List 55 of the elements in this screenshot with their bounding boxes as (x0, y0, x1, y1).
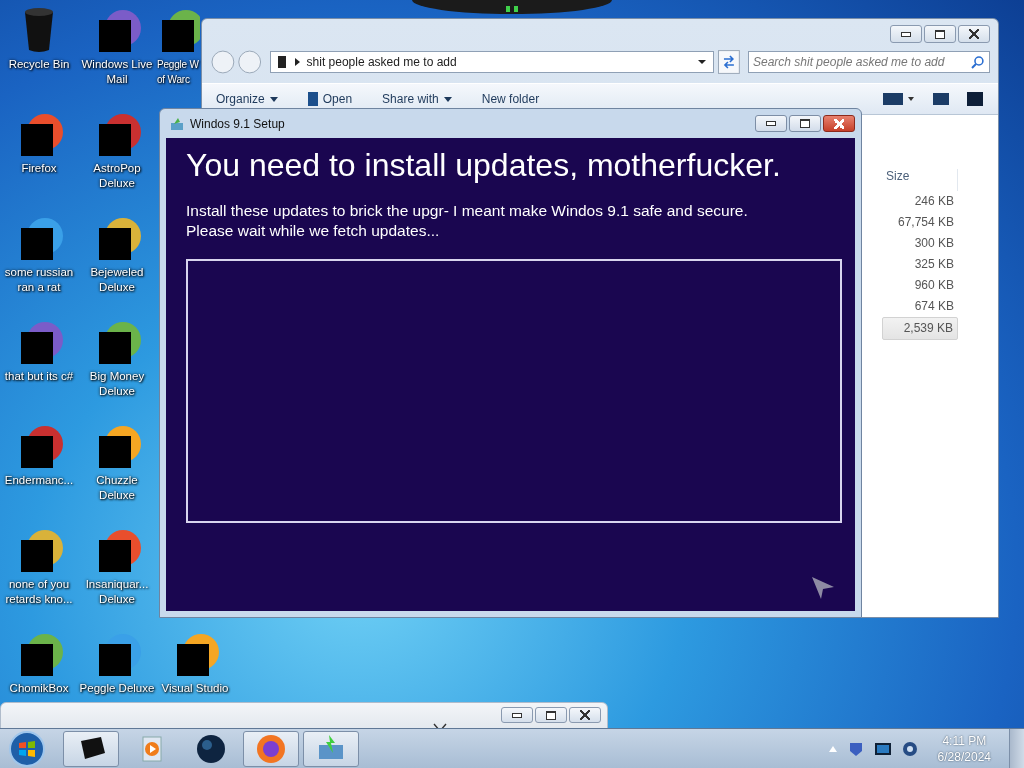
icon-label: some russian ran a rat (3, 265, 75, 295)
cursor-arrow-icon (810, 575, 836, 601)
start-button[interactable] (7, 728, 47, 768)
shield-icon[interactable] (847, 740, 864, 757)
size-cell-text: 960 KB (913, 277, 955, 294)
close-button[interactable] (958, 25, 990, 43)
toolbar-button[interactable]: Organize (216, 92, 278, 106)
icon-label: none of you retards kno... (4, 577, 74, 607)
icon-label: Big Money Deluxe (88, 369, 146, 399)
refresh-button[interactable] (718, 50, 740, 74)
pane-icon[interactable] (932, 92, 950, 106)
size-cell-text: 325 KB (913, 256, 955, 273)
icon-label: ChomikBox (8, 681, 70, 696)
icon-label: Peggle W of Warc (157, 58, 199, 87)
toolbar-button[interactable]: Open (307, 92, 353, 106)
maximize-button[interactable] (789, 115, 821, 132)
icon-label: Visual Studio (160, 681, 230, 696)
icon-label: Recycle Bin (7, 57, 71, 72)
maximize-button[interactable] (924, 25, 956, 43)
size-cell-text: 674 KB (913, 298, 955, 315)
size-cell-text: 300 KB (913, 235, 955, 252)
search-icon (971, 55, 985, 69)
view-icon[interactable] (882, 92, 916, 106)
close-button[interactable] (569, 707, 601, 723)
icon-label: Windows Live Mail (80, 57, 154, 87)
size-cell: 2,539 KB (882, 317, 958, 340)
setup-icon (170, 116, 184, 131)
dropdown-icon (697, 59, 708, 65)
monitor-icon[interactable] (873, 741, 892, 756)
icon-label: Bejeweled Deluxe (89, 265, 145, 295)
icon-label: Peggle Deluxe (78, 681, 156, 696)
icon-label: Insaniquar... Deluxe (84, 577, 150, 607)
icon-label: that but its c# (3, 369, 75, 384)
chevron-icon (292, 57, 301, 67)
icon-label: AstroPop Deluxe (92, 161, 142, 191)
size-cell-text: 67,754 KB (896, 214, 955, 231)
window-title: Windos 9.1 Setup (190, 116, 285, 131)
toolbar-button[interactable]: Share with (382, 92, 452, 106)
search-field[interactable]: Search shit people asked me to add (748, 51, 990, 73)
size-cell-text: 246 KB (913, 193, 955, 210)
address-text: shit people asked me to add (306, 55, 457, 69)
taskbar-button[interactable] (63, 730, 119, 767)
minimize-button[interactable] (501, 707, 533, 723)
address-bar[interactable]: shit people asked me to add (269, 51, 715, 73)
setup-heading: You need to install updates, motherfucker. (186, 146, 782, 184)
icon-label: Firefox (20, 161, 58, 176)
close-button[interactable] (823, 115, 855, 132)
toolbar-button[interactable]: New folder (481, 92, 540, 106)
column-header[interactable]: Size (882, 169, 958, 191)
icon-label: Endermanc... (3, 473, 75, 488)
setup-message: Install these updates to brick the upgr- I meant make Windos 9.1 safe and secure. Please wait while we fetch updates... (186, 201, 749, 241)
maximize-button[interactable] (535, 707, 567, 723)
icon-label: Chuzzle Deluxe (95, 473, 139, 503)
minimize-button[interactable] (755, 115, 787, 132)
minimize-button[interactable] (890, 25, 922, 43)
